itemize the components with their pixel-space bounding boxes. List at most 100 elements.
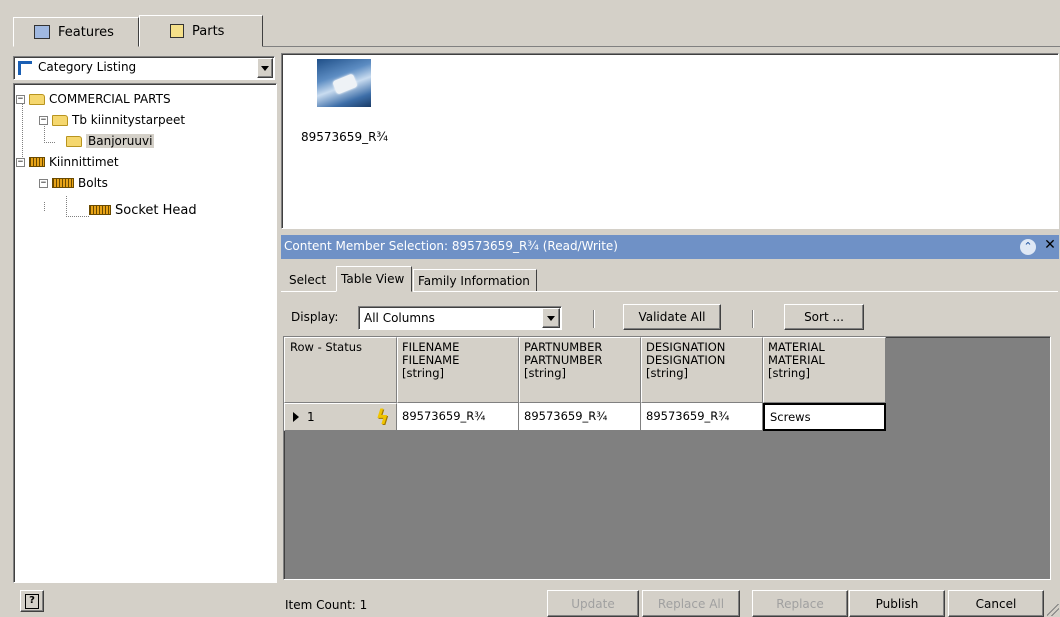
display-select-dropdown-button[interactable]: [542, 308, 560, 328]
item-count: Item Count: 1: [285, 598, 368, 612]
parts-preview-panel: 89573659_R¾: [281, 53, 1059, 229]
sort-button[interactable]: Sort ...: [784, 304, 864, 330]
publish-button[interactable]: Publish: [849, 590, 945, 617]
tab-select[interactable]: Select: [285, 270, 330, 290]
folder-icon: [52, 114, 68, 126]
part-thumbnail[interactable]: [317, 59, 371, 107]
category-select[interactable]: Category Listing: [13, 56, 275, 80]
tree-item-label: Bolts: [78, 176, 108, 190]
publish-label: Publish: [875, 596, 919, 611]
collapse-icon[interactable]: −: [39, 115, 48, 125]
column-header-material[interactable]: MATERIAL MATERIAL [string]: [763, 337, 886, 403]
collapse-icon[interactable]: −: [16, 157, 25, 167]
chevron-down-icon: [261, 65, 269, 71]
tree-item-kiinnittimet[interactable]: − Kiinnittimet: [16, 153, 119, 171]
toolbar-separator: [593, 310, 594, 328]
top-divider: [263, 46, 1060, 47]
cell-value: 89573659_R¾: [524, 409, 608, 423]
content-panel-titlebar: Content Member Selection: 89573659_R¾ (R…: [281, 235, 1059, 259]
category-tree: − COMMERCIAL PARTS − Tb kiinnitystarpeet…: [13, 83, 277, 583]
help-icon: ?: [25, 593, 39, 609]
help-button[interactable]: ?: [20, 590, 44, 612]
bolt-icon: [52, 178, 74, 188]
tab-family-information[interactable]: Family Information: [413, 269, 537, 292]
sort-label: Sort ...: [804, 310, 844, 324]
collapse-icon[interactable]: −: [16, 94, 25, 104]
display-select-value: All Columns: [364, 311, 435, 325]
table-grid: Row - Status FILENAME FILENAME [string] …: [283, 336, 1051, 580]
column-header-label: Row - Status: [290, 340, 363, 354]
tree-item-label: COMMERCIAL PARTS: [49, 92, 171, 106]
chevron-down-icon: [547, 315, 555, 321]
folder-open-icon: [66, 135, 82, 147]
update-label: Update: [571, 596, 615, 611]
bolt-image-icon: [332, 73, 358, 95]
tree-line: [66, 196, 89, 217]
tab-underline: [413, 291, 1058, 292]
tab-table-view[interactable]: Table View: [336, 266, 412, 292]
column-header-partnumber[interactable]: PARTNUMBER PARTNUMBER [string]: [519, 337, 641, 403]
replace-label: Replace: [776, 596, 824, 611]
close-icon[interactable]: ✕: [1042, 237, 1058, 255]
replace-all-button[interactable]: Replace All: [642, 590, 740, 617]
column-header-filename[interactable]: FILENAME FILENAME [string]: [397, 337, 519, 403]
tree-line: [44, 202, 45, 211]
tab-table-view-label: Table View: [341, 272, 405, 286]
tree-item-socket-head[interactable]: Socket Head: [89, 201, 197, 219]
tree-item-label: Kiinnittimet: [49, 155, 119, 169]
tab-underline: [281, 291, 336, 292]
cell-value: Screws: [770, 410, 811, 424]
tab-family-information-label: Family Information: [418, 273, 530, 288]
tree-item-label: Socket Head: [115, 202, 197, 218]
table-row-header[interactable]: 1 ϟ: [284, 403, 397, 431]
replace-all-label: Replace All: [657, 596, 725, 611]
table-cell-partnumber[interactable]: 89573659_R¾: [519, 403, 641, 431]
cancel-label: Cancel: [975, 596, 1017, 611]
cell-value: 89573659_R¾: [402, 409, 486, 423]
cell-value: 89573659_R¾: [646, 409, 730, 423]
current-row-indicator-icon: [293, 412, 299, 422]
tab-features[interactable]: Features: [13, 17, 139, 47]
category-select-dropdown-button[interactable]: [257, 58, 273, 78]
resize-grip-icon[interactable]: [1047, 604, 1059, 616]
tab-features-label: Features: [58, 24, 114, 40]
replace-button[interactable]: Replace: [752, 590, 848, 617]
bolt-icon: [29, 157, 45, 167]
lightning-status-icon: ϟ: [375, 405, 389, 429]
tree-item-bolts[interactable]: − Bolts: [39, 174, 108, 192]
table-cell-filename[interactable]: 89573659_R¾: [397, 403, 519, 431]
tab-parts[interactable]: Parts: [139, 15, 263, 47]
column-header-type: [string]: [646, 366, 688, 380]
folder-icon: [29, 93, 45, 105]
tree-item-banjoruuvi[interactable]: Banjoruuvi: [66, 132, 155, 150]
bolt-icon: [89, 205, 111, 215]
column-header-type: [string]: [402, 366, 444, 380]
row-number: 1: [307, 409, 315, 424]
table-cell-material[interactable]: Screws: [763, 403, 886, 431]
update-button[interactable]: Update: [547, 590, 639, 617]
tree-item-tb-kiinnitystarpeet[interactable]: − Tb kiinnitystarpeet: [39, 111, 185, 129]
column-header-designation[interactable]: DESIGNATION DESIGNATION [string]: [641, 337, 763, 403]
content-panel-title: Content Member Selection: 89573659_R¾ (R…: [284, 239, 618, 253]
parts-icon: [170, 24, 184, 38]
table-cell-designation[interactable]: 89573659_R¾: [641, 403, 763, 431]
tree-item-label: Tb kiinnitystarpeet: [72, 113, 186, 127]
category-select-value: Category Listing: [38, 60, 137, 74]
display-label: Display:: [291, 310, 339, 324]
column-header-type: [string]: [768, 366, 810, 380]
validate-all-button[interactable]: Validate All: [623, 304, 721, 330]
column-header-type: [string]: [524, 366, 566, 380]
part-thumbnail-label: 89573659_R¾: [301, 130, 389, 144]
tree-item-commercial-parts[interactable]: − COMMERCIAL PARTS: [16, 90, 171, 108]
column-header-row-status[interactable]: Row - Status: [284, 337, 397, 403]
collapse-panel-icon[interactable]: ⌃: [1020, 239, 1036, 255]
category-listing-icon: [18, 61, 32, 75]
toolbar-separator: [752, 310, 753, 328]
tree-item-label: Banjoruuvi: [86, 134, 155, 148]
validate-all-label: Validate All: [638, 310, 706, 324]
display-select[interactable]: All Columns: [358, 306, 562, 330]
cancel-button[interactable]: Cancel: [948, 590, 1044, 617]
collapse-icon[interactable]: −: [39, 178, 48, 188]
tab-parts-label: Parts: [192, 23, 225, 39]
tab-select-label: Select: [289, 273, 327, 287]
